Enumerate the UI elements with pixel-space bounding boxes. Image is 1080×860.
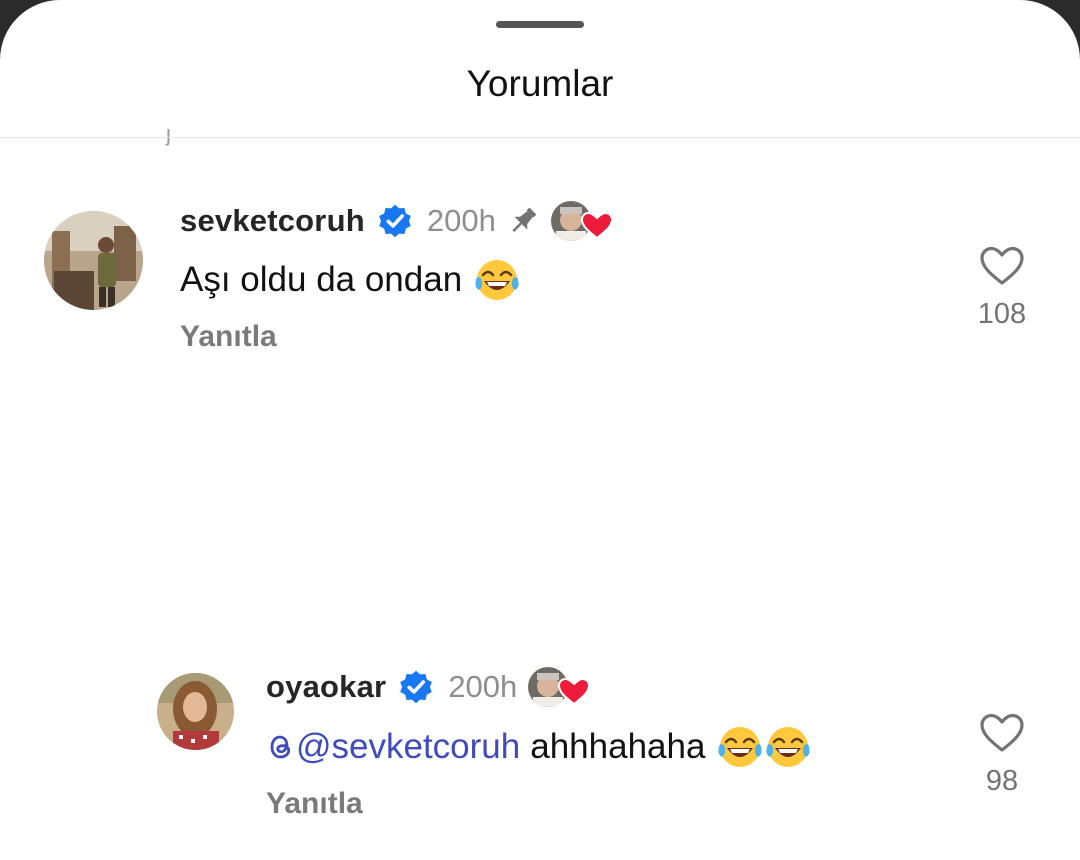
laughing-emoji-icon — [717, 724, 763, 770]
reply-button[interactable]: Yanıtla — [180, 320, 277, 354]
comment-text: Aşı oldu da ondan — [180, 256, 520, 304]
pin-icon — [506, 204, 540, 238]
creator-liked-badge — [527, 664, 591, 710]
drag-handle[interactable] — [496, 21, 584, 28]
comment-text: @sevketcoruh ahhhahaha — [266, 723, 811, 771]
comment-body: Aşı oldu da ondan — [180, 260, 463, 299]
username[interactable]: sevketcoruh — [180, 203, 365, 239]
like-column: 108 — [952, 245, 1052, 331]
comment-body: ahhhahaha — [530, 727, 706, 766]
laughing-emoji-icon — [765, 724, 811, 770]
creator-liked-badge — [550, 198, 613, 244]
like-column: 98 — [952, 712, 1052, 798]
threads-icon — [270, 735, 291, 759]
verified-badge-icon — [377, 203, 413, 239]
heart-icon[interactable] — [979, 245, 1025, 292]
verified-badge-icon — [398, 669, 434, 705]
reply-button[interactable]: Yanıtla — [266, 787, 363, 821]
comments-sheet: Yorumlar ȷ sevketcoruh 200h Aşı oldu da … — [0, 0, 1080, 860]
header-divider — [0, 137, 1080, 138]
like-count: 108 — [977, 298, 1027, 330]
avatar-photo — [157, 673, 234, 750]
comment-time: 200h — [426, 203, 496, 238]
laughing-emoji-icon — [474, 257, 520, 303]
scrolled-content-remnant: ȷ — [166, 121, 171, 146]
mention-text: @sevketcoruh — [296, 727, 521, 766]
heart-icon[interactable] — [979, 712, 1025, 759]
avatar-photo — [44, 211, 143, 310]
sheet-title: Yorumlar — [466, 63, 614, 104]
avatar[interactable] — [44, 211, 143, 310]
like-count: 98 — [985, 765, 1019, 797]
comment-header: oyaokar 200h — [266, 664, 591, 710]
comment-header: sevketcoruh 200h — [180, 198, 613, 244]
username[interactable]: oyaokar — [266, 669, 386, 705]
avatar[interactable] — [157, 673, 234, 750]
comment-time: 200h — [448, 669, 518, 704]
mention-link[interactable]: @sevketcoruh — [266, 727, 520, 767]
